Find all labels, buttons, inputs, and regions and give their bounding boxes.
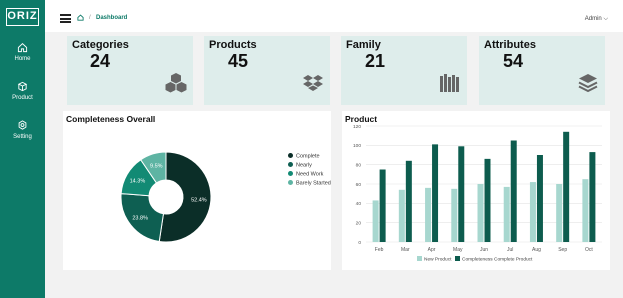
sidebar-item-setting[interactable]: Setting xyxy=(0,120,45,154)
legend-label: Need Work xyxy=(296,171,324,178)
cubes-icon xyxy=(165,73,187,93)
bar-new-product[interactable] xyxy=(451,188,458,242)
top-bar: / Dashboard Admin ⌵ xyxy=(45,0,623,32)
legend-swatch xyxy=(288,153,293,158)
legend-item[interactable]: Barely Started xyxy=(288,180,331,187)
breadcrumb[interactable]: Dashboard xyxy=(96,15,127,21)
card-value: 21 xyxy=(365,51,386,71)
bar-completeness[interactable] xyxy=(432,144,439,242)
card-title: Family xyxy=(346,39,381,51)
menu-icon[interactable] xyxy=(60,14,71,23)
donut-value-label: 23.8% xyxy=(132,216,148,222)
completeness-panel: Completeness Overall 52.4% 23.8% 14.3% 9.5%… xyxy=(63,111,331,270)
x-tick-label: Feb xyxy=(375,247,384,253)
legend-label[interactable]: Completeness Complete Product xyxy=(462,257,533,263)
x-tick-label: Apr xyxy=(428,247,436,253)
home-breadcrumb-icon[interactable] xyxy=(77,14,84,21)
x-tick-label: Oct xyxy=(585,247,593,253)
legend-label[interactable]: New Product xyxy=(424,257,452,263)
card-value: 45 xyxy=(228,51,249,71)
y-tick-label: 100 xyxy=(353,143,361,149)
breadcrumb-separator: / xyxy=(89,15,91,21)
card-value: 54 xyxy=(503,51,524,71)
dropbox-icon xyxy=(303,75,323,91)
x-tick-label: Sep xyxy=(558,247,567,253)
sidebar-item-label: Product xyxy=(12,95,33,101)
card-family[interactable]: Family 21 xyxy=(341,36,467,105)
bar-completeness[interactable] xyxy=(458,146,465,242)
legend-item[interactable]: Nearly xyxy=(288,162,312,169)
x-tick-label: Aug xyxy=(532,247,541,253)
legend-swatch xyxy=(455,256,460,261)
sidebar: ORIZ Home Product Setting xyxy=(0,0,45,298)
legend-swatch xyxy=(288,180,293,185)
bar-new-product[interactable] xyxy=(398,189,405,242)
bar-completeness[interactable] xyxy=(536,155,543,242)
sidebar-item-product[interactable]: Product xyxy=(0,81,45,115)
legend-swatch xyxy=(288,171,293,176)
bar-new-product[interactable] xyxy=(372,200,379,242)
layers-icon xyxy=(578,74,598,93)
sidebar-item-home[interactable]: Home xyxy=(0,42,45,76)
y-tick-label: 40 xyxy=(356,201,362,207)
card-title: Categories xyxy=(72,39,129,51)
app-logo[interactable]: ORIZ xyxy=(6,8,39,26)
box-icon xyxy=(17,81,28,92)
card-attributes[interactable]: Attributes 54 xyxy=(479,36,605,105)
card-title: Products xyxy=(209,39,257,51)
donut-value-label: 14.3% xyxy=(130,178,146,184)
bar-new-product[interactable] xyxy=(503,186,510,242)
bar-new-product[interactable] xyxy=(529,182,536,242)
bar-completeness[interactable] xyxy=(563,131,570,242)
bar-new-product[interactable] xyxy=(425,187,432,242)
x-tick-label: Jul xyxy=(507,247,513,253)
y-tick-label: 0 xyxy=(358,240,361,246)
card-products[interactable]: Products 45 xyxy=(204,36,330,105)
bar-completeness[interactable] xyxy=(405,160,412,242)
card-value: 24 xyxy=(90,51,111,71)
x-tick-label: May xyxy=(453,247,463,253)
bar-new-product[interactable] xyxy=(477,184,484,242)
bar-completeness[interactable] xyxy=(589,152,596,242)
sidebar-item-label: Home xyxy=(14,56,31,62)
bar-completeness[interactable] xyxy=(484,158,491,242)
y-tick-label: 60 xyxy=(356,182,362,188)
legend-label: Complete xyxy=(296,153,320,160)
y-tick-label: 120 xyxy=(353,124,361,130)
donut-chart: 52.4% 23.8% 14.3% 9.5% xyxy=(120,151,212,243)
legend-item[interactable]: Need Work xyxy=(288,171,323,178)
legend-label: Barely Started xyxy=(296,180,331,187)
bar-completeness[interactable] xyxy=(379,169,386,243)
gear-icon xyxy=(18,120,27,130)
bar-new-product[interactable] xyxy=(582,179,589,242)
x-tick-label: Mar xyxy=(401,247,410,253)
books-icon xyxy=(440,74,459,92)
y-tick-label: 20 xyxy=(356,220,362,226)
legend-swatch xyxy=(417,256,422,261)
donut-value-label: 52.4% xyxy=(191,197,207,203)
home-icon xyxy=(17,43,28,53)
user-menu[interactable]: Admin ⌵ xyxy=(585,16,608,23)
legend-swatch xyxy=(288,162,293,167)
legend-item[interactable]: Complete xyxy=(288,153,320,160)
card-title: Attributes xyxy=(484,39,536,51)
y-tick-label: 80 xyxy=(356,162,362,168)
bar-completeness[interactable] xyxy=(510,140,517,243)
donut-value-label: 9.5% xyxy=(150,163,163,169)
card-categories[interactable]: Categories 24 xyxy=(67,36,193,105)
legend-label: Nearly xyxy=(296,162,312,169)
bar-new-product[interactable] xyxy=(556,184,563,242)
sidebar-item-label: Setting xyxy=(13,134,32,140)
bar-chart: 0 20 40 60 80 100 120 Feb Mar Apr May Jun Jul Aug Sep O… xyxy=(353,124,602,263)
x-tick-label: Jun xyxy=(480,247,488,253)
product-panel: Product 0 20 40 60 80 100 120 Feb Mar Apr May Jun Ju… xyxy=(342,111,610,270)
